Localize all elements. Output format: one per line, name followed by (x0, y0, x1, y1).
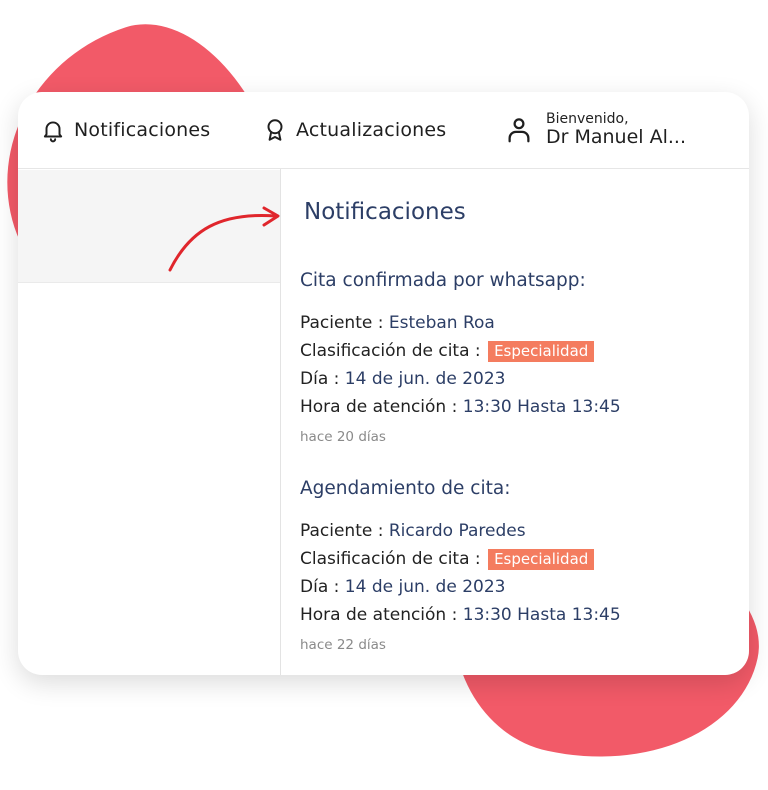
pointer-arrow-icon (168, 206, 280, 272)
time-ago: hace 20 días (300, 429, 386, 445)
day-label: Día : (300, 577, 345, 597)
greeting-text: Bienvenido, (546, 111, 629, 128)
day-label: Día : (300, 369, 345, 389)
notification-title: Agendamiento de cita: (300, 478, 511, 499)
panel-title: Notificaciones (304, 199, 466, 225)
updates-menu[interactable]: Actualizaciones (262, 92, 446, 168)
notification-item[interactable]: Agendamiento de cita: Paciente : Ricardo… (300, 478, 749, 653)
notification-title: Cita confirmada por whatsapp: (300, 270, 586, 291)
user-greeting-block: Bienvenido, Dr Manuel Al... (546, 111, 686, 149)
time-value: 13:30 Hasta 13:45 (462, 605, 621, 625)
bell-icon (40, 117, 66, 143)
updates-label: Actualizaciones (296, 119, 447, 141)
time-label: Hora de atención : (300, 397, 463, 417)
patient-row: Paciente : Ricardo Paredes (300, 517, 749, 545)
patient-value: Esteban Roa (388, 313, 495, 333)
patient-row: Paciente : Esteban Roa (300, 309, 749, 337)
patient-label: Paciente : (300, 521, 389, 541)
user-name: Dr Manuel Al... (546, 126, 687, 149)
time-ago: hace 22 días (300, 637, 386, 653)
day-row: Día : 14 de jun. de 2023 (300, 573, 749, 601)
notification-item[interactable]: Cita confirmada por whatsapp: Paciente :… (300, 270, 749, 445)
day-value: 14 de jun. de 2023 (344, 369, 506, 389)
day-row: Día : 14 de jun. de 2023 (300, 365, 749, 393)
time-row: Hora de atención : 13:30 Hasta 13:45 (300, 393, 749, 421)
notifications-menu[interactable]: Notificaciones (40, 92, 210, 168)
time-label: Hora de atención : (300, 605, 463, 625)
user-icon (504, 115, 534, 145)
top-bar: Notificaciones Actualizaciones Bienvenid… (18, 92, 749, 169)
patient-label: Paciente : (300, 313, 389, 333)
notifications-label: Notificaciones (74, 119, 211, 141)
award-ribbon-icon (262, 117, 288, 143)
classification-row: Clasificación de cita : Especialidad (300, 337, 749, 365)
time-value: 13:30 Hasta 13:45 (462, 397, 621, 417)
day-value: 14 de jun. de 2023 (344, 577, 506, 597)
user-menu[interactable]: Bienvenido, Dr Manuel Al... (504, 92, 686, 168)
app-window: Notificaciones Actualizaciones Bienvenid… (18, 92, 749, 675)
classification-label: Clasificación de cita : (300, 549, 487, 569)
classification-badge: Especialidad (488, 549, 595, 570)
classification-badge: Especialidad (488, 341, 595, 362)
classification-row: Clasificación de cita : Especialidad (300, 545, 749, 573)
notifications-panel: Notificaciones Cita confirmada por whats… (300, 169, 749, 675)
time-row: Hora de atención : 13:30 Hasta 13:45 (300, 601, 749, 629)
patient-value: Ricardo Paredes (388, 521, 526, 541)
classification-label: Clasificación de cita : (300, 341, 487, 361)
